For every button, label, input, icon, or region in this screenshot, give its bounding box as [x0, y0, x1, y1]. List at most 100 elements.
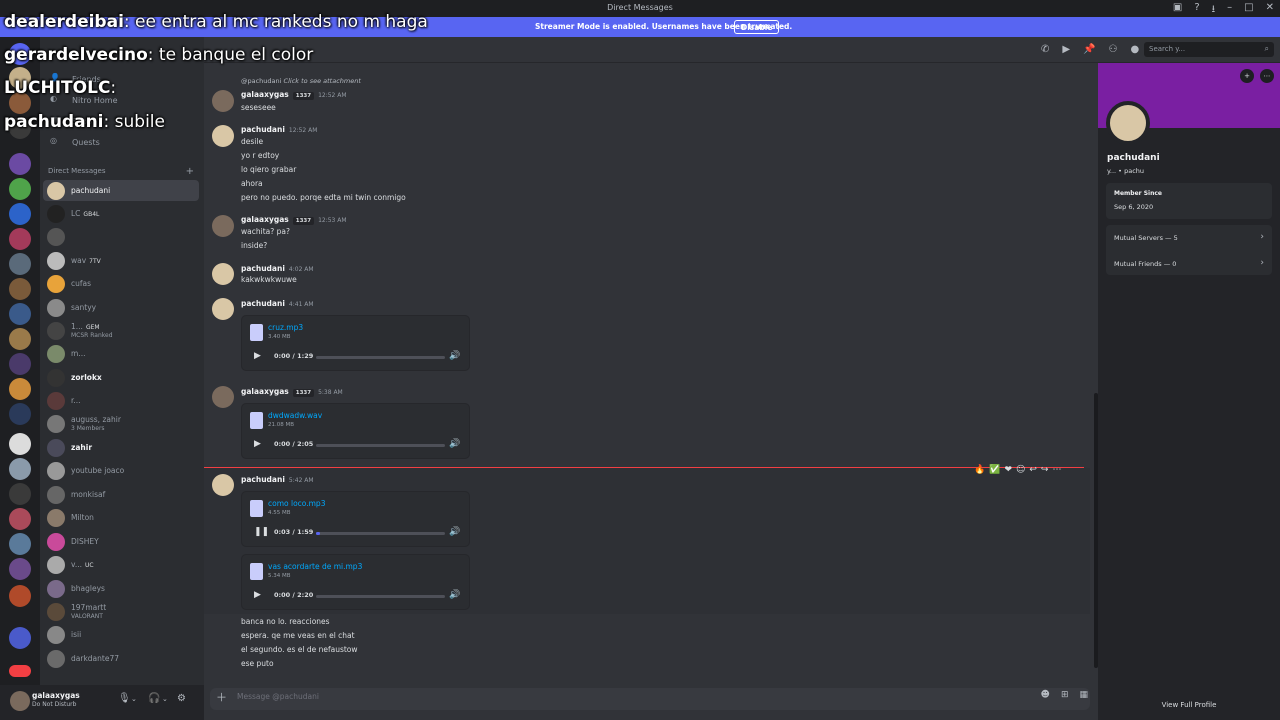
headphones-icon[interactable]: 🎧	[148, 693, 160, 704]
avatar[interactable]	[212, 474, 234, 496]
server-icon[interactable]	[9, 228, 31, 250]
dm-item[interactable]: monkisaf	[43, 484, 199, 505]
server-icon[interactable]	[9, 627, 31, 649]
dm-item[interactable]: Milton	[43, 507, 199, 528]
avatar[interactable]	[212, 125, 234, 147]
server-icon[interactable]	[9, 433, 31, 455]
message-author[interactable]: pachudani 12:52 AM	[241, 125, 317, 134]
audio-seek-bar[interactable]	[316, 356, 445, 359]
file-name[interactable]: dwdwadw.wav	[268, 411, 322, 420]
volume-icon[interactable]: 🔊	[449, 351, 460, 361]
gift-icon[interactable]: ☻	[1041, 690, 1050, 700]
server-icon[interactable]	[9, 403, 31, 425]
fire-reaction-icon[interactable]: 🔥	[974, 465, 985, 475]
mutual-friends-row[interactable]: Mutual Friends — 0 ›	[1114, 258, 1264, 268]
file-name[interactable]: cruz.mp3	[268, 323, 303, 332]
server-icon[interactable]	[9, 558, 31, 580]
pause-icon[interactable]: ❚❚	[254, 527, 269, 537]
profile-avatar[interactable]	[1106, 101, 1150, 145]
server-icon[interactable]	[9, 483, 31, 505]
dm-item[interactable]: LC GB4L	[43, 203, 199, 224]
avatar[interactable]	[212, 386, 234, 408]
heart-reaction-icon[interactable]: ❤	[1004, 465, 1012, 475]
play-icon[interactable]: ▶	[254, 351, 261, 361]
dm-item[interactable]	[43, 226, 199, 247]
attach-plus-icon[interactable]: ＋	[216, 689, 227, 705]
avatar[interactable]	[212, 298, 234, 320]
avatar[interactable]	[212, 215, 234, 237]
message-author[interactable]: pachudani 5:42 AM	[241, 475, 314, 484]
server-icon[interactable]	[9, 328, 31, 350]
message-author[interactable]: galaaxygas 1337 12:52 AM	[241, 90, 347, 100]
dm-item[interactable]: darkdante77	[43, 648, 199, 669]
server-icon[interactable]	[9, 278, 31, 300]
file-name[interactable]: vas acordarte de mi.mp3	[268, 562, 362, 571]
play-icon[interactable]: ▶	[254, 590, 261, 600]
dm-item[interactable]: cufas	[43, 273, 199, 294]
nav-quests[interactable]: ◎ Quests	[48, 132, 198, 152]
dm-item[interactable]: youtube joaco	[43, 460, 199, 481]
dm-item[interactable]: m...	[43, 343, 199, 364]
server-icon[interactable]	[9, 178, 31, 200]
phone-icon[interactable]: ✆	[1041, 44, 1049, 55]
server-icon[interactable]	[9, 303, 31, 325]
gear-icon[interactable]: ⚙	[177, 693, 186, 704]
audio-seek-bar[interactable]	[316, 444, 445, 447]
audio-seek-bar[interactable]	[316, 595, 445, 598]
message-author[interactable]: galaaxygas 1337 5:38 AM	[241, 387, 343, 397]
more-icon[interactable]: ⋯	[1260, 69, 1274, 83]
video-icon[interactable]: ▶	[1062, 44, 1070, 55]
dm-item[interactable]: r...	[43, 390, 199, 411]
search-input[interactable]: Search y... ⌕	[1144, 42, 1274, 57]
add-friend-icon[interactable]: ⚇	[1109, 44, 1118, 55]
server-icon[interactable]	[9, 153, 31, 175]
dm-item[interactable]: zorlokx	[43, 367, 199, 388]
add-friend-icon[interactable]: +	[1240, 69, 1254, 83]
volume-icon[interactable]: 🔊	[449, 527, 460, 537]
chevron-down-icon[interactable]: ⌄	[131, 695, 137, 703]
server-icon[interactable]	[9, 508, 31, 530]
server-icon[interactable]	[9, 378, 31, 400]
dm-item[interactable]: bhagleys	[43, 578, 199, 599]
check-reaction-icon[interactable]: ✅	[989, 465, 1000, 475]
server-icon[interactable]	[9, 253, 31, 275]
volume-icon[interactable]: 🔊	[449, 590, 460, 600]
add-reaction-icon[interactable]: ☺	[1016, 465, 1025, 475]
disable-streamer-mode-button[interactable]: Disable	[734, 20, 780, 34]
server-icon[interactable]	[9, 585, 31, 607]
user-profile-icon[interactable]: ●	[1131, 44, 1140, 55]
message-author[interactable]: pachudani 4:02 AM	[241, 264, 314, 273]
dm-item[interactable]: 1... GEM MCSR Ranked	[43, 320, 199, 341]
pin-icon[interactable]: 📌	[1083, 44, 1095, 55]
dm-item[interactable]: v... UC	[43, 554, 199, 575]
play-icon[interactable]: ▶	[254, 439, 261, 449]
dm-item[interactable]: isii	[43, 624, 199, 645]
view-full-profile-link[interactable]: View Full Profile	[1098, 701, 1280, 709]
server-icon[interactable]	[9, 353, 31, 375]
file-name[interactable]: como loco.mp3	[268, 499, 325, 508]
more-icon[interactable]: ⋯	[1052, 465, 1061, 475]
chevron-down-icon[interactable]: ⌄	[162, 695, 168, 703]
mutual-servers-row[interactable]: Mutual Servers — 5 ›	[1114, 232, 1264, 242]
dm-item[interactable]: pachudani	[43, 180, 199, 201]
message-author[interactable]: galaaxygas 1337 12:53 AM	[241, 215, 347, 225]
avatar[interactable]	[10, 691, 30, 711]
server-icon[interactable]	[9, 458, 31, 480]
message-input[interactable]	[210, 688, 1090, 710]
dm-item[interactable]: zahir	[43, 437, 199, 458]
avatar[interactable]	[212, 263, 234, 285]
dm-item[interactable]: santyy	[43, 297, 199, 318]
server-icon[interactable]	[9, 203, 31, 225]
forward-icon[interactable]: ↪	[1041, 465, 1049, 475]
audio-seek-bar[interactable]	[316, 532, 445, 535]
reply-icon[interactable]: ↩	[1029, 465, 1037, 475]
avatar[interactable]	[212, 90, 234, 112]
apps-icon[interactable]: ⊞	[1061, 690, 1069, 700]
microphone-icon[interactable]: 🎙	[118, 693, 131, 704]
emoji-icon[interactable]: ▦	[1079, 690, 1088, 700]
server-icon[interactable]	[9, 533, 31, 555]
volume-icon[interactable]: 🔊	[449, 439, 460, 449]
dm-item[interactable]: DISHEY	[43, 531, 199, 552]
dm-item[interactable]: 197martt VALORANT	[43, 601, 199, 622]
reply-preview[interactable]: @pachudani Click to see attachment	[241, 77, 361, 85]
